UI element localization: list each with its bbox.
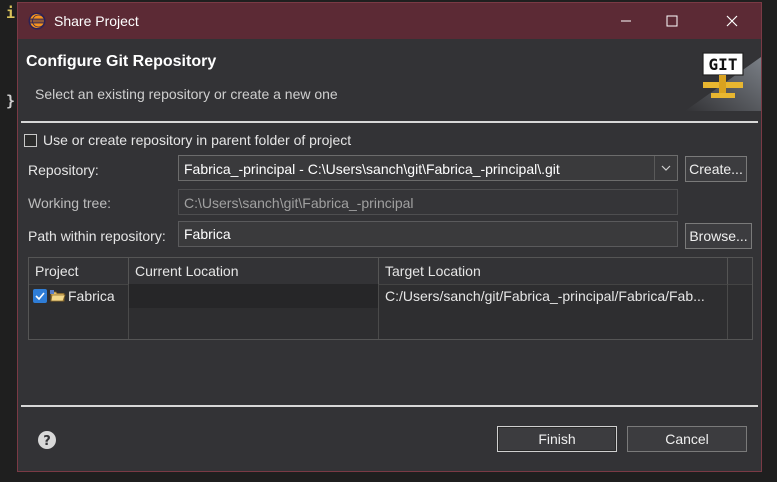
create-repository-button[interactable]: Create... (685, 156, 747, 182)
checkmark-icon (35, 292, 45, 300)
project-cell: Fabrica (29, 284, 128, 308)
repository-label: Repository: (28, 162, 99, 178)
cancel-button[interactable]: Cancel (627, 426, 747, 452)
eclipse-icon (28, 12, 46, 30)
git-banner-text: GIT (709, 55, 738, 74)
git-banner-icon: GIT (685, 52, 761, 111)
browse-button[interactable]: Browse... (685, 223, 752, 249)
chevron-down-icon[interactable] (654, 156, 677, 180)
path-within-repo-field[interactable]: Fabrica (178, 221, 678, 247)
finish-button[interactable]: Finish (497, 426, 617, 452)
row-checkbox[interactable] (33, 289, 47, 303)
window-title: Share Project (54, 13, 139, 29)
header-separator (21, 121, 758, 123)
column-header-target-location[interactable]: Target Location (379, 258, 728, 284)
table-header: Project Current Location Target Location (29, 258, 752, 285)
maximize-button[interactable] (649, 3, 695, 39)
path-within-repo-value: Fabrica (184, 226, 231, 242)
repository-value: Fabrica_-principal - C:\Users\sanch\git\… (184, 161, 560, 177)
project-name: Fabrica (68, 288, 115, 304)
path-within-repo-label: Path within repository: (28, 228, 166, 244)
column-header-current-location[interactable]: Current Location (129, 258, 379, 284)
target-location-cell: C:/Users/sanch/git/Fabrica_-principal/Fa… (385, 288, 705, 304)
minimize-icon (621, 20, 631, 22)
background-code-brace: } (6, 92, 16, 110)
table-row[interactable]: Fabrica C:/Users/sanch/git/Fabrica_-prin… (29, 284, 752, 308)
minimize-button[interactable] (603, 3, 649, 39)
use-parent-repo-label: Use or create repository in parent folde… (43, 132, 352, 148)
use-parent-repo-checkbox-row[interactable]: Use or create repository in parent folde… (24, 132, 351, 148)
project-table: Project Current Location Target Location… (28, 257, 753, 340)
wizard-header: Configure Git Repository Select an exist… (18, 39, 761, 121)
repository-combo[interactable]: Fabrica_-principal - C:\Users\sanch\git\… (178, 155, 678, 181)
current-location-cell (129, 284, 378, 308)
close-button[interactable] (709, 3, 755, 39)
title-bar: Share Project (18, 3, 761, 39)
maximize-icon (666, 15, 678, 27)
working-tree-value: C:\Users\sanch\git\Fabrica_-principal (184, 195, 414, 211)
help-icon[interactable]: ? (37, 430, 57, 450)
use-parent-repo-checkbox[interactable] (24, 133, 37, 147)
page-subtitle: Select an existing repository or create … (35, 86, 338, 102)
background-code-text: i (6, 4, 16, 22)
close-icon (726, 15, 738, 27)
share-project-dialog: Share Project Configure Git Repository S… (17, 2, 762, 472)
working-tree-label: Working tree: (28, 195, 111, 211)
project-folder-icon (50, 290, 66, 302)
svg-text:?: ? (43, 434, 51, 449)
working-tree-field: C:\Users\sanch\git\Fabrica_-principal (178, 189, 678, 215)
page-title: Configure Git Repository (26, 53, 217, 70)
column-header-project[interactable]: Project (29, 258, 129, 284)
footer-separator (21, 405, 758, 407)
